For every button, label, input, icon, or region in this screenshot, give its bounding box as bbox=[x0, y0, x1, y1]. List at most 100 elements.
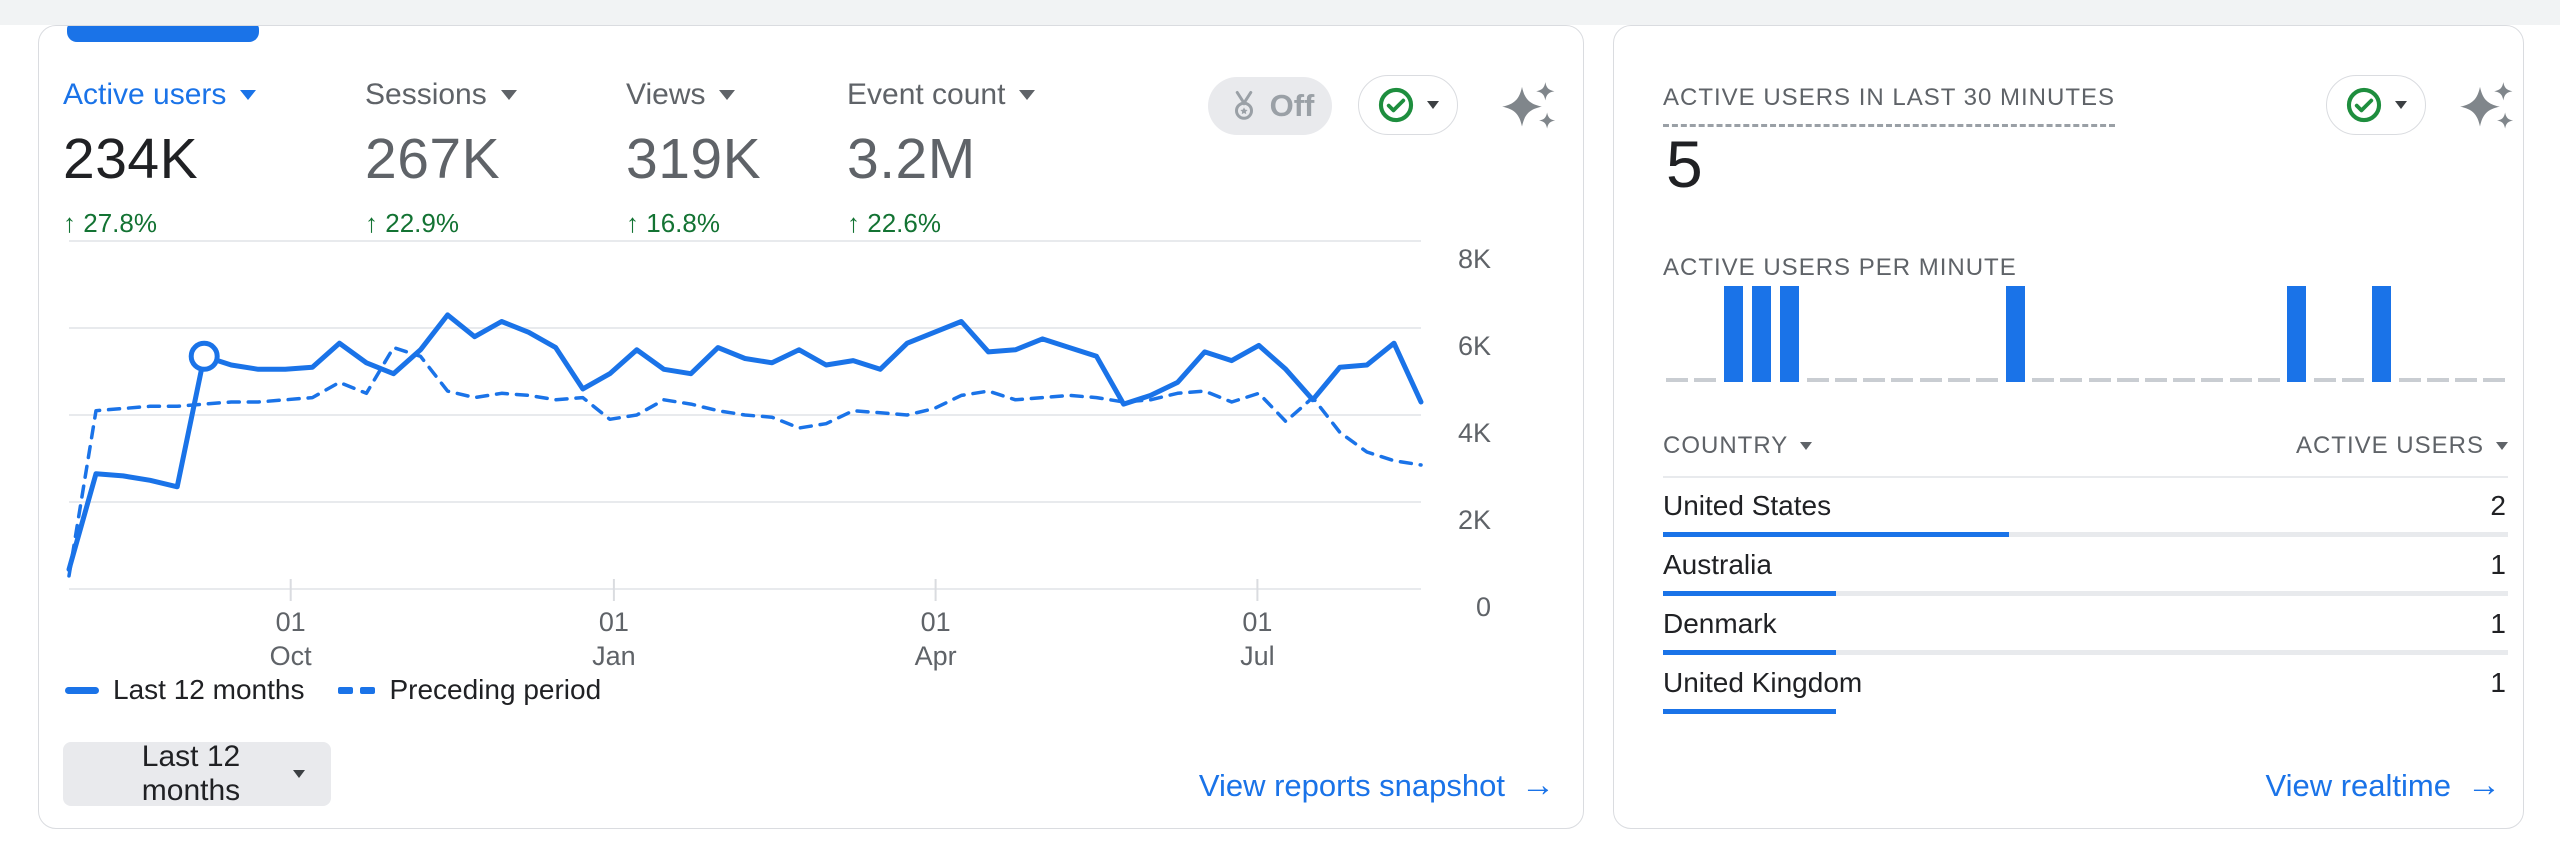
minute-bar bbox=[1752, 286, 1772, 382]
country-active-users: 1 bbox=[2490, 608, 2506, 639]
active-users-per-minute-chart bbox=[1663, 286, 2508, 382]
benchmarking-toggle-label: Off bbox=[1269, 88, 1315, 123]
page-top-background bbox=[0, 0, 2560, 25]
metric-value: 3.2M bbox=[847, 127, 976, 191]
metric-tab-sessions[interactable]: Sessions 267K ↑ 22.9% bbox=[365, 78, 517, 239]
minute-bar bbox=[2005, 286, 2025, 382]
minute-empty-dash bbox=[2426, 378, 2449, 382]
minute-empty-dash bbox=[1806, 378, 1829, 382]
minute-empty-dash bbox=[2201, 378, 2224, 382]
country-name: United States bbox=[1663, 490, 1832, 521]
y-axis-tick-label: 6K bbox=[1457, 331, 1491, 361]
metric-change: ↑ 16.8% bbox=[626, 208, 720, 238]
chevron-down-icon bbox=[293, 770, 305, 778]
minute-empty-dash bbox=[2314, 378, 2337, 382]
x-axis-tick-label: 01 Oct bbox=[269, 607, 312, 671]
country-name: United Kingdom bbox=[1663, 667, 1863, 698]
y-axis-tick-label: 0 bbox=[1475, 592, 1491, 622]
chevron-down-icon[interactable] bbox=[1019, 90, 1036, 100]
legend-item-last-12-months: Last 12 months bbox=[65, 674, 304, 706]
metric-label: Active users bbox=[63, 78, 227, 111]
benchmarking-toggle-pill[interactable]: Off bbox=[1208, 77, 1332, 135]
metric-change: ↑ 22.9% bbox=[365, 208, 459, 238]
chevron-down-icon bbox=[2496, 442, 2508, 450]
minute-empty-dash bbox=[1919, 378, 1942, 382]
medal-icon bbox=[1234, 91, 1253, 120]
trend-chart-canvas bbox=[66, 240, 1424, 601]
legend-label: Last 12 months bbox=[113, 674, 305, 705]
up-arrow-icon: ↑ bbox=[63, 208, 76, 238]
data-quality-dropdown[interactable] bbox=[2326, 75, 2426, 135]
chevron-down-icon bbox=[1427, 101, 1439, 109]
minute-bar bbox=[2371, 286, 2391, 382]
chart-legend: Last 12 months Preceding period bbox=[65, 674, 601, 706]
chevron-down-icon[interactable] bbox=[500, 90, 517, 100]
metric-label: Event count bbox=[847, 78, 1006, 111]
metric-label: Sessions bbox=[365, 78, 487, 111]
minute-bar bbox=[1723, 286, 1743, 382]
minute-empty-dash bbox=[2173, 378, 2196, 382]
minute-empty-dash bbox=[2257, 378, 2280, 382]
y-axis-tick-label: 2K bbox=[1457, 505, 1491, 535]
up-arrow-icon: ↑ bbox=[365, 208, 378, 238]
country-active-users: 1 bbox=[2490, 549, 2506, 580]
last-12-months-line bbox=[66, 312, 1424, 572]
country-table-rows: United States 2 Australia 1 Denmark 1 United K… bbox=[1663, 478, 2508, 714]
insights-sparkle-icon[interactable] bbox=[2459, 81, 2515, 137]
dashed-line-swatch bbox=[338, 686, 376, 694]
country-bar-fill bbox=[1663, 709, 1837, 714]
minute-bar bbox=[1780, 286, 1800, 382]
x-axis-tick-label: 01 Jan bbox=[592, 607, 636, 671]
metric-value: 267K bbox=[365, 127, 501, 191]
metric-change: ↑ 22.6% bbox=[847, 208, 941, 238]
per-minute-label: ACTIVE USERS PER MINUTE bbox=[1663, 254, 2017, 281]
country-row: United States 2 bbox=[1663, 478, 2508, 537]
minute-empty-dash bbox=[1835, 378, 1858, 382]
realtime-table-header: COUNTRY ACTIVE USERS bbox=[1663, 432, 2508, 460]
x-axis-tick-label: 01 Jul bbox=[1240, 607, 1275, 671]
card-tab-indicator bbox=[67, 26, 259, 42]
view-realtime-link[interactable]: View realtime → bbox=[2265, 766, 2501, 805]
country-name: Australia bbox=[1663, 549, 1772, 580]
y-axis-labels: 8K 6K 4K 2K 0 bbox=[1431, 241, 1491, 622]
insights-sparkle-icon[interactable] bbox=[1501, 81, 1557, 137]
minute-empty-dash bbox=[2454, 378, 2477, 382]
minute-empty-dash bbox=[2398, 378, 2421, 382]
metric-tab-event-count[interactable]: Event count 3.2M ↑ 22.6% bbox=[847, 78, 1036, 239]
active-users-column-header[interactable]: ACTIVE USERS bbox=[2296, 432, 2508, 460]
check-circle-icon bbox=[1378, 87, 1414, 123]
realtime-title[interactable]: ACTIVE USERS IN LAST 30 MINUTES bbox=[1663, 84, 2115, 127]
metric-value: 319K bbox=[626, 127, 762, 191]
highlighted-data-point[interactable] bbox=[188, 340, 220, 372]
country-row: United Kingdom 1 bbox=[1663, 655, 2508, 714]
minute-empty-dash bbox=[2032, 378, 2055, 382]
minute-empty-dash bbox=[2342, 378, 2365, 382]
metric-change: ↑ 27.8% bbox=[63, 208, 157, 238]
chevron-down-icon[interactable] bbox=[240, 90, 257, 100]
date-range-label: Last 12 months bbox=[141, 740, 241, 807]
minute-empty-dash bbox=[1694, 378, 1717, 382]
minute-empty-dash bbox=[2229, 378, 2252, 382]
chevron-down-icon[interactable] bbox=[719, 90, 736, 100]
up-arrow-icon: ↑ bbox=[847, 208, 860, 238]
minute-empty-dash bbox=[1863, 378, 1886, 382]
preceding-period-line bbox=[67, 345, 1423, 578]
country-name: Denmark bbox=[1663, 608, 1777, 639]
chevron-down-icon bbox=[2395, 101, 2407, 109]
view-reports-snapshot-link[interactable]: View reports snapshot → bbox=[1199, 766, 1555, 805]
minute-empty-dash bbox=[2145, 378, 2167, 382]
country-active-users: 1 bbox=[2490, 667, 2506, 698]
metric-tab-active-users[interactable]: Active users 234K ↑ 27.8% bbox=[63, 78, 257, 239]
chevron-down-icon bbox=[1800, 442, 1813, 450]
country-column-header[interactable]: COUNTRY bbox=[1663, 432, 1813, 460]
data-quality-dropdown[interactable] bbox=[1358, 75, 1458, 135]
solid-line-swatch bbox=[65, 686, 99, 694]
realtime-card: ACTIVE USERS IN LAST 30 MINUTES 5 ACTIVE… bbox=[1613, 25, 2524, 829]
minute-empty-dash bbox=[1891, 378, 1914, 382]
x-axis-tick-label: 01 Apr bbox=[914, 607, 957, 671]
trend-line-chart: 01 Oct 01 Jan 01 Apr 01 Jul bbox=[66, 240, 1424, 671]
legend-item-preceding-period: Preceding period bbox=[338, 674, 601, 706]
metric-tab-views[interactable]: Views 319K ↑ 16.8% bbox=[626, 78, 761, 239]
date-range-selector[interactable]: Last 12 months bbox=[63, 740, 331, 807]
minute-empty-dash bbox=[2116, 378, 2139, 382]
